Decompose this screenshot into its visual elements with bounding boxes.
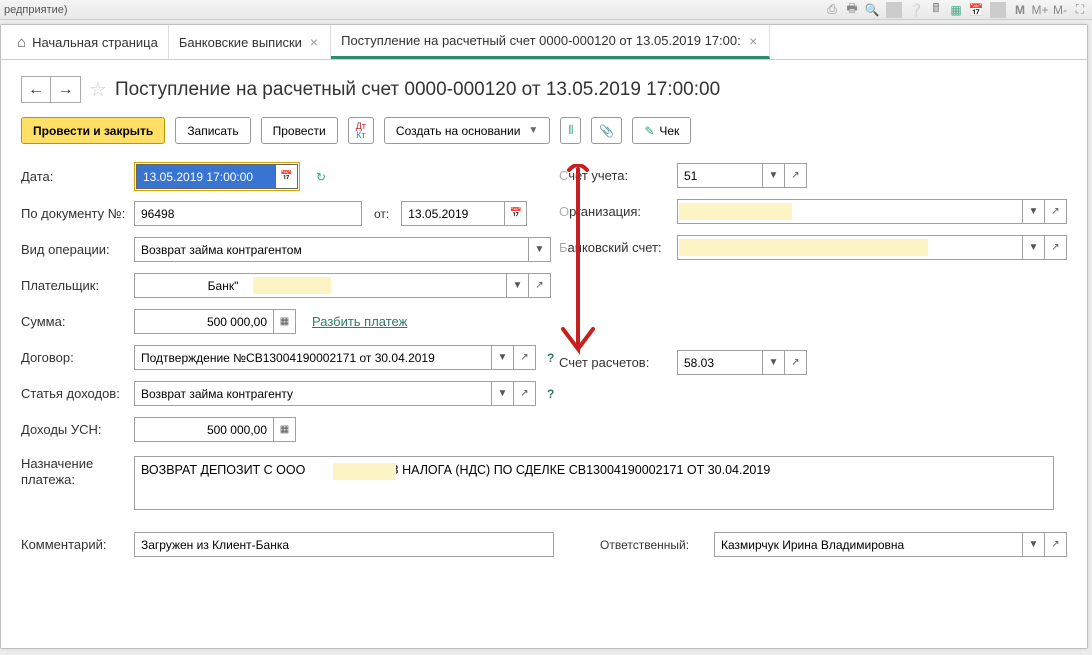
print2-icon[interactable]: 🖶 [844,2,860,18]
tab-current-label: Поступление на расчетный счет 0000-00012… [341,33,741,48]
dropdown-icon[interactable]: ▼ [1023,532,1045,557]
refresh-icon[interactable]: ↻ [316,170,326,184]
m-plus-icon[interactable]: M+ [1032,2,1048,18]
dropdown-icon[interactable]: ▼ [763,350,785,375]
print-icon[interactable]: ⎙ [824,2,840,18]
titlebar-toolbar: ⎙ 🖶 🔍 ❔ 🖩 ▦ 📅 M M+ M- ⛶ [824,2,1088,18]
post-button[interactable]: Провести [261,117,338,144]
calcacc-label: Счет расчетов: [559,355,669,370]
tab-home[interactable]: ⌂ Начальная страница [7,25,169,59]
from-label: от: [374,207,389,221]
docnum-input[interactable] [134,201,362,226]
expand-icon[interactable]: ⛶ [1072,2,1088,18]
favorite-icon[interactable]: ☆ [89,77,107,102]
open-icon[interactable]: ↗ [514,345,536,370]
close-icon[interactable]: × [308,34,320,50]
structure-button[interactable]: ⫴ [560,117,581,144]
responsible-input[interactable] [714,532,1023,557]
usn-label: Доходы УСН: [21,422,126,437]
calcacc-input[interactable] [677,350,763,375]
tab-bank-label: Банковские выписки [179,35,302,50]
purpose-label: Назначениеплатежа: [21,456,126,487]
tab-bar: ⌂ Начальная страница Банковские выписки … [1,25,1087,60]
post-and-close-button[interactable]: Провести и закрыть [21,117,165,144]
search-icon[interactable]: 🔍 [864,2,880,18]
open-icon[interactable]: ↗ [514,381,536,406]
help-icon[interactable]: ? [544,387,557,401]
comment-label: Комментарий: [21,537,126,552]
page-title: Поступление на расчетный счет 0000-00012… [115,79,720,101]
dropdown-icon[interactable]: ▼ [492,345,514,370]
write-button[interactable]: Записать [175,117,250,144]
date-label: Дата: [21,169,126,184]
tab-current-doc[interactable]: Поступление на расчетный счет 0000-00012… [331,25,770,59]
open-icon[interactable]: ↗ [785,350,807,375]
org-label: Организация: [559,204,669,219]
back-button[interactable]: ← [21,76,51,103]
sum-input[interactable] [134,309,274,334]
dropdown-icon[interactable]: ▼ [492,381,514,406]
calendar-icon[interactable]: ▦ [948,2,964,18]
form-body: Дата: 📅 ↻ По документу №: от: [21,162,1067,558]
sum-label: Сумма: [21,314,126,329]
date-input[interactable] [136,164,276,189]
calendar-picker-icon[interactable]: 📅 [276,164,298,189]
income-item-input[interactable] [134,381,492,406]
open-icon[interactable]: ↗ [1045,199,1067,224]
date-icon[interactable]: 📅 [968,2,984,18]
optype-label: Вид операции: [21,242,126,257]
m-icon[interactable]: M [1012,2,1028,18]
close-icon[interactable]: × [747,33,759,49]
tab-home-label: Начальная страница [32,35,158,50]
optype-input[interactable] [134,237,529,262]
income-item-label: Статья доходов: [21,386,126,401]
open-icon[interactable]: ↗ [785,163,807,188]
usn-input[interactable] [134,417,274,442]
contract-label: Договор: [21,350,126,365]
home-icon: ⌂ [17,34,26,51]
account-input[interactable] [677,163,763,188]
title-bar: редприятие) ⎙ 🖶 🔍 ❔ 🖩 ▦ 📅 M M+ M- ⛶ [0,0,1092,20]
open-icon[interactable]: ↗ [529,273,551,298]
purpose-textarea[interactable] [134,456,1054,510]
m-minus-icon[interactable]: M- [1052,2,1068,18]
check-button[interactable]: ✎Чек [632,117,691,144]
tab-bank-statements[interactable]: Банковские выписки × [169,25,331,59]
help-icon[interactable]: ? [544,351,557,365]
responsible-label: Ответственный: [600,538,706,552]
forward-button[interactable]: → [51,76,81,103]
dropdown-icon[interactable]: ▼ [1023,199,1045,224]
docnum-label: По документу №: [21,206,126,221]
calc-icon[interactable]: 🖩 [928,2,944,18]
app-title: редприятие) [4,4,68,16]
open-icon[interactable]: ↗ [1045,532,1067,557]
dropdown-icon[interactable]: ▼ [529,237,551,262]
docdate-input[interactable] [401,201,505,226]
dropdown-icon[interactable]: ▼ [763,163,785,188]
create-based-on-button[interactable]: Создать на основании▼ [384,117,550,144]
account-label: Счет учета: [559,168,669,183]
dt-kt-button[interactable]: ДтКт [348,117,374,144]
dropdown-icon[interactable]: ▼ [1023,235,1045,260]
calendar-picker-icon[interactable]: 📅 [505,201,527,226]
calc-picker-icon[interactable]: ▦ [274,417,296,442]
calc-picker-icon[interactable]: ▦ [274,309,296,334]
contract-input[interactable] [134,345,492,370]
attach-button[interactable]: 📎 [591,117,622,144]
open-icon[interactable]: ↗ [1045,235,1067,260]
split-payment-link[interactable]: Разбить платеж [312,314,407,329]
document-toolbar: Провести и закрыть Записать Провести ДтК… [21,117,1067,144]
payer-label: Плательщик: [21,278,126,293]
help-icon[interactable]: ❔ [908,2,924,18]
comment-input[interactable] [134,532,554,557]
bankacc-label: Банковский счет: [559,240,669,255]
dropdown-icon[interactable]: ▼ [507,273,529,298]
